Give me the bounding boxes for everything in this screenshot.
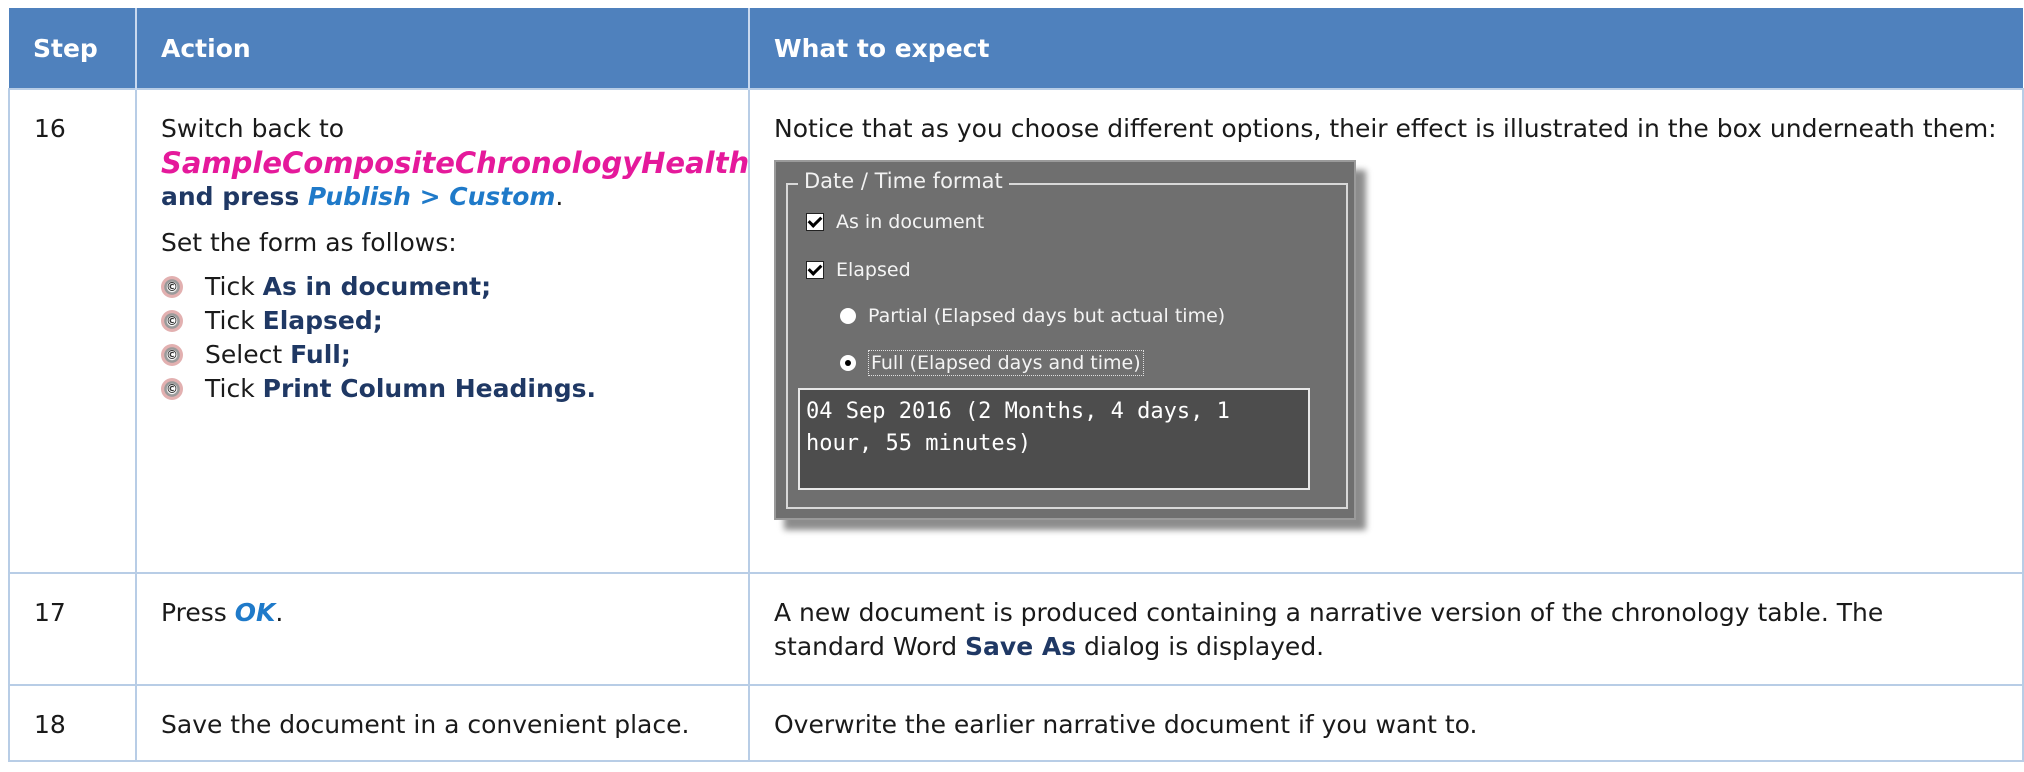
checkbox-checked-icon	[806, 261, 824, 279]
tick-prefix: Tick	[205, 272, 255, 301]
action-line1: Switch back to	[161, 114, 345, 143]
page: Step Action What to expect 16 Switch bac…	[0, 0, 2024, 772]
action-cell: Switch back to SampleCompositeChronology…	[135, 88, 750, 574]
as-in-document-option: As in document	[806, 210, 984, 234]
expect-cell: Overwrite the earlier narrative document…	[748, 684, 2024, 762]
action-line2-suffix: .	[555, 182, 564, 211]
group-title: Date / Time format	[798, 168, 1009, 194]
tick-option: Print Column Headings.	[262, 374, 597, 403]
tick-option: Elapsed;	[262, 306, 383, 335]
list-item: © Tick Print Column Headings.	[161, 372, 728, 406]
table-header-row: Step Action What to expect	[9, 8, 2023, 89]
checkbox-checked-icon	[806, 213, 824, 231]
expect-cell: Notice that as you choose different opti…	[748, 88, 2024, 574]
cd-bullet-icon: ©	[161, 310, 183, 332]
menu-path: Publish > Custom	[307, 182, 556, 211]
radio-unselected-icon	[840, 308, 856, 324]
full-label: Full (Elapsed days and time)	[868, 350, 1144, 376]
header-expect: What to expect	[748, 8, 2023, 89]
full-option: Full (Elapsed days and time)	[840, 350, 1144, 376]
action-line2: and press Publish > Custom.	[161, 180, 728, 214]
cd-bullet-icon: ©	[161, 276, 183, 298]
instruction-text: Set the form as follows:	[161, 228, 457, 257]
expect-text: Notice that as you choose different opti…	[774, 114, 1997, 143]
list-item: © Tick As in document;	[161, 270, 728, 304]
action-line2-prefix: and press	[161, 182, 308, 211]
header-step: Step	[9, 8, 136, 89]
list-item: © Tick Elapsed;	[161, 304, 728, 338]
table-row: 18 Save the document in a convenient pla…	[8, 684, 2024, 762]
doc-name: SampleCompositeChronologyHealth	[161, 146, 750, 180]
expect-prefix: A new document is produced containing a …	[774, 598, 1884, 661]
action-cell: Press OK.	[135, 572, 750, 686]
step-number: 18	[8, 684, 137, 762]
partial-label: Partial (Elapsed days but actual time)	[868, 305, 1226, 327]
header-action: Action	[135, 8, 749, 89]
action-cell: Save the document in a convenient place.	[135, 684, 750, 762]
save-as-reference: Save As	[965, 632, 1077, 661]
tick-option: Full;	[290, 340, 351, 369]
table-row: 16 Switch back to SampleCompositeChronol…	[8, 88, 2024, 574]
tick-list: © Tick As in document; © Tick Elapsed; © Se…	[161, 270, 728, 406]
action-suffix: .	[275, 598, 284, 627]
ok-reference: OK	[234, 598, 276, 627]
table-row: 17 Press OK. A new document is produced …	[8, 572, 2024, 686]
tick-prefix: Select	[205, 340, 283, 369]
cd-bullet-icon: ©	[161, 378, 183, 400]
steps-table: Step Action What to expect 16 Switch bac…	[8, 8, 2024, 762]
radio-selected-icon	[840, 355, 856, 371]
tick-prefix: Tick	[205, 306, 255, 335]
action-prefix: Press	[161, 598, 235, 627]
step-number: 16	[8, 88, 137, 574]
dialog-screenshot: Date / Time format As in document Elapse…	[774, 160, 1364, 528]
format-preview-box: 04 Sep 2016 (2 Months, 4 days, 1 hour, 5…	[798, 388, 1310, 490]
as-in-document-label: As in document	[836, 211, 985, 233]
tick-prefix: Tick	[205, 374, 255, 403]
elapsed-option: Elapsed	[806, 258, 911, 282]
expect-cell: A new document is produced containing a …	[748, 572, 2024, 686]
dialog-panel: Date / Time format As in document Elapse…	[774, 160, 1356, 520]
partial-option: Partial (Elapsed days but actual time)	[840, 304, 1225, 328]
list-item: © Select Full;	[161, 338, 728, 372]
expect-suffix: dialog is displayed.	[1076, 632, 1325, 661]
step-number: 17	[8, 572, 137, 686]
tick-option: As in document;	[262, 272, 492, 301]
elapsed-label: Elapsed	[836, 259, 911, 281]
cd-bullet-icon: ©	[161, 344, 183, 366]
